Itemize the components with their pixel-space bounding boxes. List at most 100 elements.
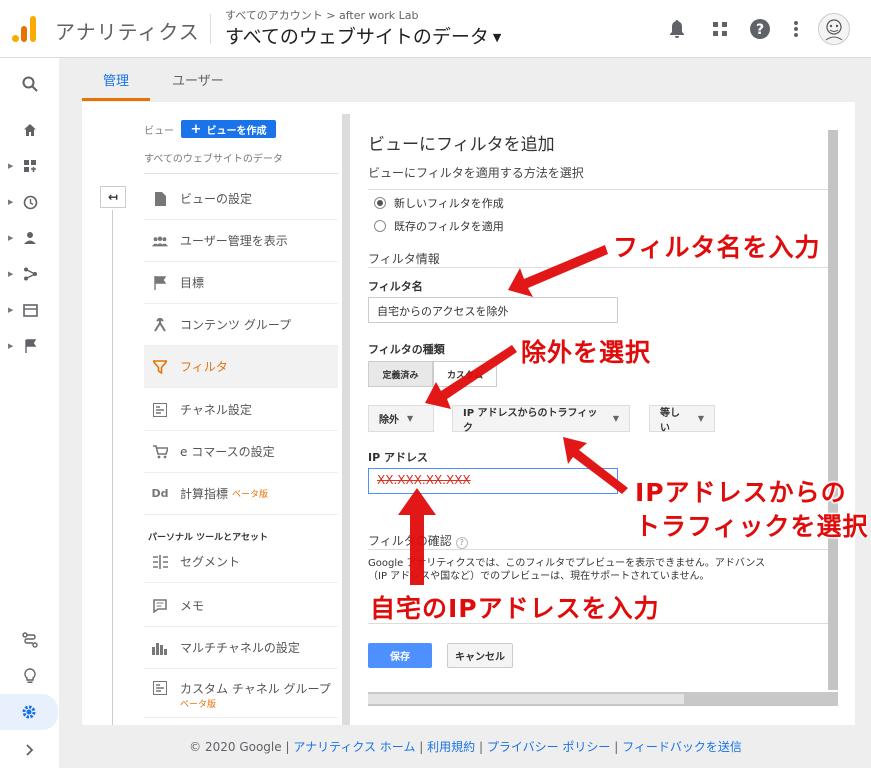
- dropdown-value: 等しい: [660, 407, 680, 434]
- home-icon[interactable]: [0, 118, 60, 142]
- flag-icon: [152, 275, 168, 291]
- nav-view-settings[interactable]: ビューの設定: [144, 178, 338, 220]
- ip-address-label: IP アドレス: [368, 451, 428, 464]
- nav-label: フィルタ: [180, 360, 228, 374]
- column-scrollbar[interactable]: [342, 114, 350, 725]
- tab-admin[interactable]: 管理: [103, 70, 129, 89]
- search-icon[interactable]: [0, 72, 60, 96]
- property-selector[interactable]: すべてのウェブサイトのデータ ▼: [225, 22, 501, 49]
- divider: [210, 14, 211, 44]
- nav-channel-settings[interactable]: チャネル設定: [144, 389, 338, 431]
- nav-ecommerce[interactable]: e コマースの設定: [144, 431, 338, 473]
- audience-icon[interactable]: ▶: [0, 226, 60, 250]
- footer-link-terms[interactable]: 利用規約: [427, 740, 475, 754]
- segment-custom[interactable]: カスタム: [433, 361, 497, 387]
- nav-goals[interactable]: 目標: [144, 262, 338, 304]
- view-selector[interactable]: すべてのウェブサイトのデータ: [144, 150, 338, 174]
- radio-empty-icon: [374, 220, 386, 232]
- nav-label: ユーザー管理を表示: [180, 234, 288, 248]
- cancel-button[interactable]: キャンセル: [447, 643, 513, 668]
- expand-arrow-icon: ▶: [8, 162, 14, 170]
- nav-label: 目標: [180, 276, 205, 290]
- more-vert-icon[interactable]: [785, 18, 807, 40]
- caret-down-icon: ▼: [697, 414, 704, 423]
- nav-label: 計算指標: [180, 487, 229, 501]
- radio-existing-filter[interactable]: 既存のフィルタを適用: [374, 218, 504, 234]
- back-arrow-icon[interactable]: ↤: [100, 186, 126, 208]
- footer: © 2020 Google | アナリティクス ホーム | 利用規約 | プライ…: [189, 740, 742, 754]
- nav-content-grouping[interactable]: コンテンツ グループ: [144, 304, 338, 346]
- nav-segments[interactable]: セグメント: [144, 541, 338, 583]
- nav-label: チャネル設定: [180, 403, 252, 417]
- conversions-flag-icon[interactable]: ▶: [0, 334, 60, 358]
- annotation-line: トラフィックを選択: [635, 512, 869, 541]
- channel-icon: [152, 402, 168, 418]
- nav-label: マルチチャネルの設定: [180, 641, 300, 655]
- exclude-dropdown[interactable]: 除外 ▼: [368, 405, 434, 432]
- vertical-scrollbar[interactable]: [828, 130, 838, 690]
- filter-icon: [152, 359, 168, 375]
- channel-icon: [152, 680, 168, 696]
- expression-dropdown[interactable]: 等しい ▼: [649, 405, 715, 434]
- admin-gear-icon[interactable]: [0, 694, 58, 730]
- nav-filters[interactable]: フィルタ: [144, 346, 338, 388]
- customization-icon[interactable]: ▶: [0, 154, 60, 178]
- nav-custom-channel-group[interactable]: カスタム チャネル グループ ベータ版: [144, 670, 338, 718]
- beta-badge: ベータ版: [232, 490, 269, 500]
- users-icon: [152, 233, 168, 249]
- top-bar: アナリティクス すべてのアカウント > after work Lab すべてのウ…: [0, 0, 871, 58]
- tab-indicator: [82, 98, 150, 101]
- tab-user[interactable]: ユーザー: [172, 70, 224, 89]
- app-name[interactable]: アナリティクス: [55, 16, 200, 45]
- caret-down-icon: ▼: [492, 31, 502, 44]
- horizontal-scrollbar[interactable]: [368, 692, 838, 706]
- bell-icon[interactable]: [666, 18, 688, 40]
- help-icon[interactable]: ?: [749, 18, 771, 40]
- footer-link-privacy[interactable]: プライバシー ポリシー: [487, 740, 611, 754]
- dd-icon: Dd: [151, 487, 169, 500]
- footer-link-feedback[interactable]: フィードバックを送信: [622, 740, 742, 754]
- nav-label: コンテンツ グループ: [180, 318, 292, 332]
- verify-line-2: （IP アドレスや国など）でのプレビューは、現在サポートされていません。: [368, 571, 710, 582]
- nav-label: ビューの設定: [180, 192, 253, 206]
- acquisition-icon[interactable]: ▶: [0, 262, 60, 286]
- create-view-button[interactable]: + ビューを作成: [181, 120, 276, 138]
- expand-arrow-icon: ▶: [8, 342, 14, 350]
- avatar[interactable]: [818, 13, 850, 45]
- account-breadcrumb[interactable]: すべてのアカウント > after work Lab: [225, 7, 419, 23]
- analytics-logo-icon: [12, 14, 38, 42]
- behavior-icon[interactable]: ▶: [0, 298, 60, 322]
- filter-type-label: フィルタの種類: [368, 343, 445, 356]
- svg-text:?: ?: [756, 22, 764, 38]
- caret-down-icon: ▼: [407, 414, 414, 423]
- group-icon: [152, 317, 168, 333]
- source-dropdown[interactable]: IP アドレスからのトラフィック ▼: [452, 405, 630, 434]
- attribution-icon[interactable]: [0, 628, 60, 652]
- apps-grid-icon[interactable]: [709, 18, 731, 40]
- nav-user-management[interactable]: ユーザー管理を表示: [144, 220, 338, 262]
- lightbulb-icon[interactable]: [0, 664, 60, 688]
- divider: [368, 267, 828, 268]
- radio-label: 既存のフィルタを適用: [394, 220, 504, 233]
- nav-calculated-metrics[interactable]: Dd 計算指標 ベータ版: [144, 473, 338, 515]
- realtime-icon[interactable]: ▶: [0, 190, 60, 214]
- segment-predefined[interactable]: 定義済み: [368, 361, 433, 387]
- ip-address-input[interactable]: XX.XXX.XX.XXX: [368, 468, 618, 494]
- footer-link-analytics-home[interactable]: アナリティクス ホーム: [293, 740, 415, 754]
- chevron-right-icon[interactable]: [0, 738, 60, 762]
- nav-annotations[interactable]: メモ: [144, 585, 338, 627]
- memo-icon: [152, 598, 168, 614]
- scrollbar-thumb[interactable]: [368, 694, 684, 704]
- help-circle-icon[interactable]: ?: [455, 536, 468, 549]
- filter-name-input[interactable]: 自宅からのアクセスを除外: [368, 297, 618, 323]
- copyright: © 2020 Google |: [189, 740, 294, 754]
- radio-new-filter[interactable]: 新しいフィルタを作成: [374, 195, 504, 211]
- expand-arrow-icon: ▶: [8, 234, 14, 242]
- create-view-label: ビューを作成: [206, 125, 267, 137]
- nav-label: メモ: [180, 599, 205, 613]
- nav-label: カスタム チャネル グループ: [180, 682, 331, 696]
- annotation-ip-traffic: IPアドレスからの トラフィックを選択: [635, 476, 869, 544]
- expand-arrow-icon: ▶: [8, 306, 14, 314]
- save-button[interactable]: 保存: [368, 643, 432, 668]
- nav-multichannel[interactable]: マルチチャネルの設定: [144, 627, 338, 669]
